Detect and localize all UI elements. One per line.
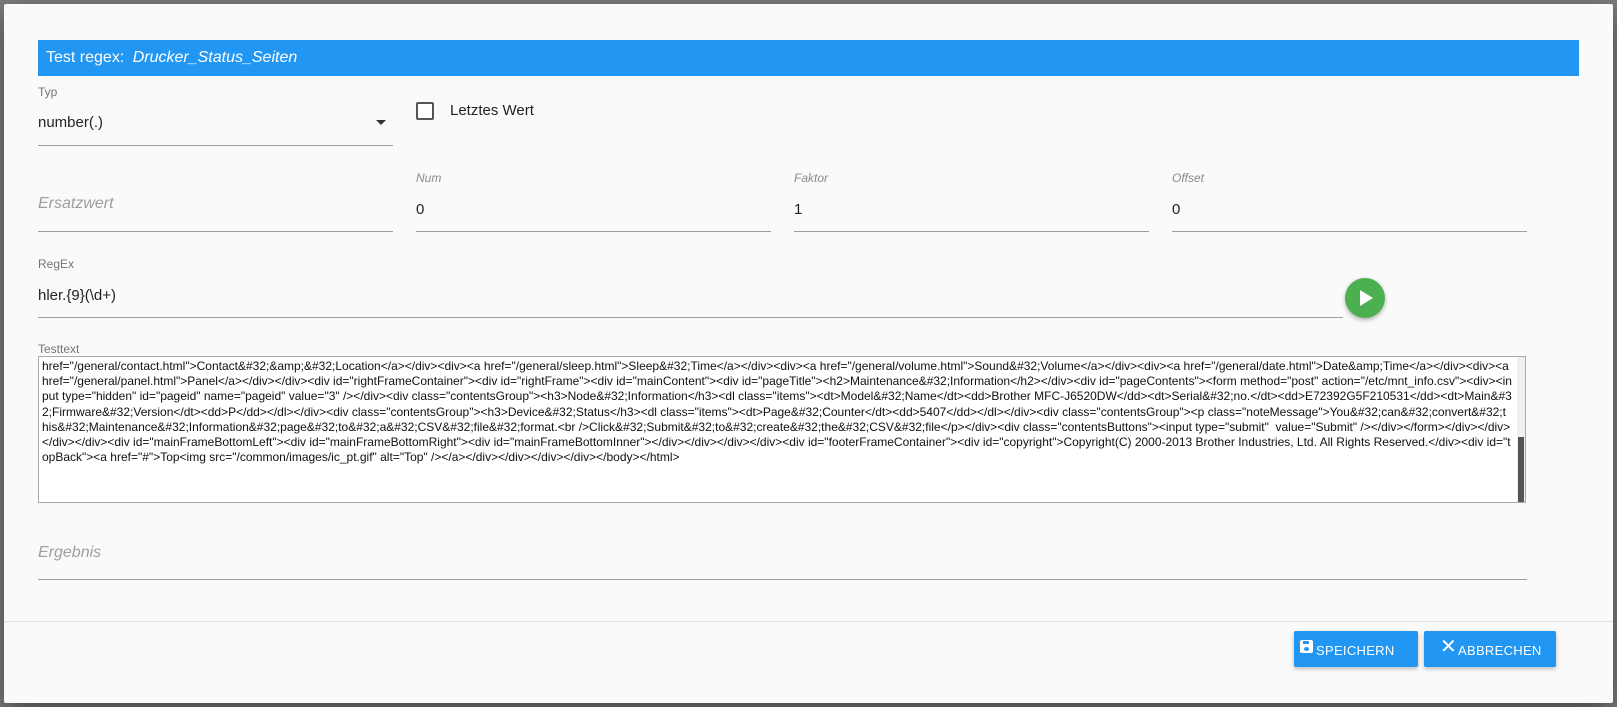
cancel-button-label: ABBRECHEN — [1458, 643, 1542, 658]
save-icon — [1300, 640, 1313, 653]
scrollbar-thumb[interactable] — [1518, 437, 1524, 502]
dialog-title: Test regex: Drucker_Status_Seiten — [38, 40, 1579, 76]
ergebnis-input[interactable]: Ergebnis — [38, 544, 101, 562]
testtext-content[interactable]: href="/general/contact.html">Contact&#32… — [42, 359, 1512, 465]
typ-label: Typ — [38, 85, 58, 99]
faktor-input[interactable]: 1 — [794, 201, 802, 218]
faktor-label: Faktor — [794, 171, 829, 185]
test-regex-dialog: Test regex: Drucker_Status_Seiten Typ nu… — [4, 4, 1613, 703]
testtext-area[interactable]: href="/general/contact.html">Contact&#32… — [38, 356, 1526, 503]
ergebnis-underline — [38, 579, 1527, 580]
num-underline — [416, 231, 771, 232]
offset-underline — [1172, 231, 1527, 232]
ersatzwert-input[interactable]: Ersatzwert — [38, 195, 114, 213]
dialog-title-prefix: Test regex: — [46, 49, 125, 66]
save-button[interactable]: SPEICHERN — [1294, 631, 1418, 667]
close-icon: ✕ — [1440, 636, 1457, 658]
run-test-button[interactable] — [1345, 278, 1385, 318]
letztes-wert-checkbox[interactable] — [416, 102, 434, 120]
typ-select[interactable]: number(.) — [38, 114, 103, 131]
regex-input[interactable]: hler.{9}(\d+) — [38, 287, 116, 304]
footer-divider — [4, 621, 1613, 622]
testtext-scrollbar[interactable] — [1517, 357, 1525, 502]
faktor-underline — [794, 231, 1149, 232]
dialog-title-name: Drucker_Status_Seiten — [132, 49, 298, 66]
regex-label: RegEx — [38, 257, 75, 271]
letztes-wert-label[interactable]: Letztes Wert — [450, 102, 534, 119]
offset-input[interactable]: 0 — [1172, 201, 1180, 218]
save-button-label: SPEICHERN — [1316, 643, 1395, 658]
ersatzwert-underline — [38, 231, 393, 232]
chevron-down-icon[interactable] — [376, 120, 386, 125]
regex-underline — [38, 317, 1343, 318]
testtext-label: Testtext — [38, 342, 80, 356]
num-input[interactable]: 0 — [416, 201, 424, 218]
typ-underline — [38, 145, 393, 146]
num-label: Num — [416, 171, 442, 185]
offset-label: Offset — [1172, 171, 1205, 185]
cancel-button[interactable]: ✕ ABBRECHEN — [1424, 631, 1556, 667]
play-icon — [1360, 290, 1373, 306]
